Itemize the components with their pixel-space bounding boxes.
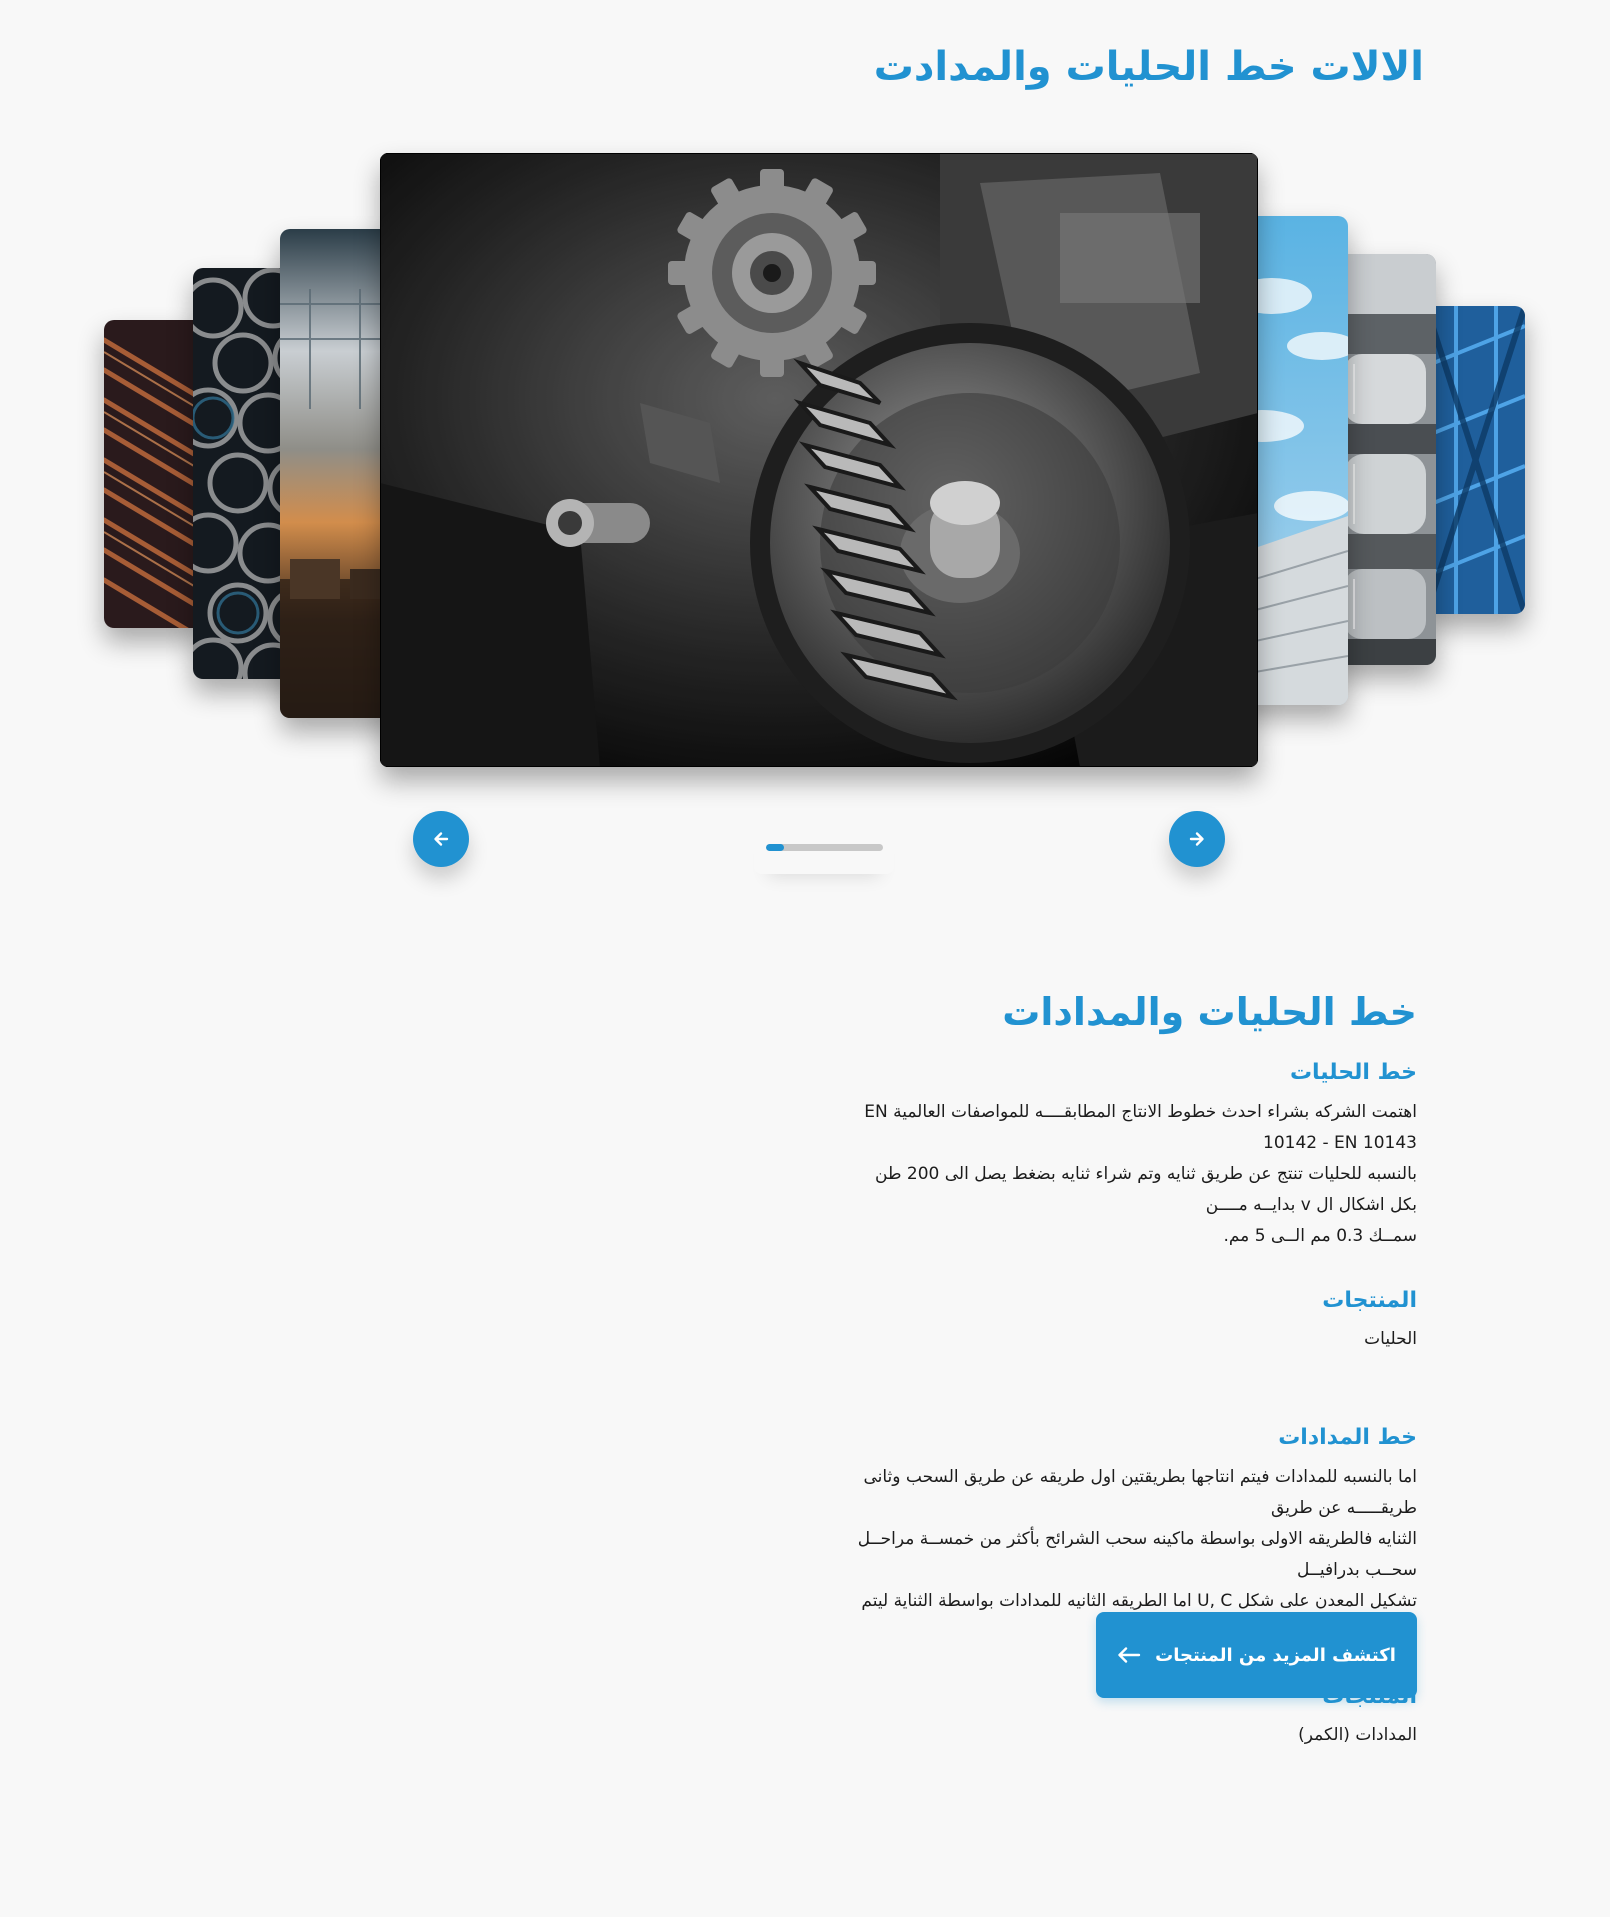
section-heading: خط الحليات <box>1289 1060 1417 1085</box>
section-trims-products: المنتجات الحليات <box>517 1288 1417 1353</box>
section-trims: خط الحليات اهتمت الشركه بشراء احدث خطوط … <box>517 1060 1417 1252</box>
description-line: سمــك 0.3 مم الــى 5 مم. <box>1223 1226 1417 1246</box>
blue-steel-structure-image[interactable] <box>1426 306 1525 614</box>
progress-fill <box>766 844 784 851</box>
carousel-progress <box>754 820 894 874</box>
section-description: اهتمت الشركه بشراء احدث خطوط الانتاج الم… <box>857 1097 1417 1252</box>
carousel-next-button[interactable] <box>1169 811 1225 867</box>
progress-track <box>766 844 883 851</box>
products-value: الحليات <box>1364 1329 1417 1349</box>
arrow-left-icon <box>431 829 451 849</box>
carousel-prev-button[interactable] <box>413 811 469 867</box>
steel-rollers-image[interactable] <box>1334 254 1436 665</box>
image-carousel <box>0 0 1610 900</box>
description-line: اهتمت الشركه بشراء احدث خطوط الانتاج الم… <box>864 1102 1417 1153</box>
discover-more-products-button[interactable]: اكتشف المزيد من المنتجات <box>1096 1612 1417 1698</box>
arrow-left-icon <box>1117 1646 1141 1664</box>
products-heading: المنتجات <box>1322 1288 1417 1313</box>
content-title: خط الحليات والمدادات <box>1002 990 1417 1034</box>
description-line: بالنسبه للحليات تنتج عن طريق ثنايه وتم ش… <box>875 1164 1417 1215</box>
products-value: المدادات (الكمر) <box>1298 1725 1417 1745</box>
section-heading: خط المدادات <box>1278 1425 1417 1450</box>
gear-machinery-image[interactable] <box>380 153 1258 767</box>
arrow-right-icon <box>1187 829 1207 849</box>
copper-rebar-image[interactable] <box>104 320 204 628</box>
description-line: الثنايه فالطريقه الاولى بواسطة ماكينه سح… <box>857 1529 1417 1580</box>
description-line: اما بالنسبه للمدادات فيتم انتاجها بطريقت… <box>863 1467 1417 1518</box>
cta-label: اكتشف المزيد من المنتجات <box>1155 1644 1396 1666</box>
